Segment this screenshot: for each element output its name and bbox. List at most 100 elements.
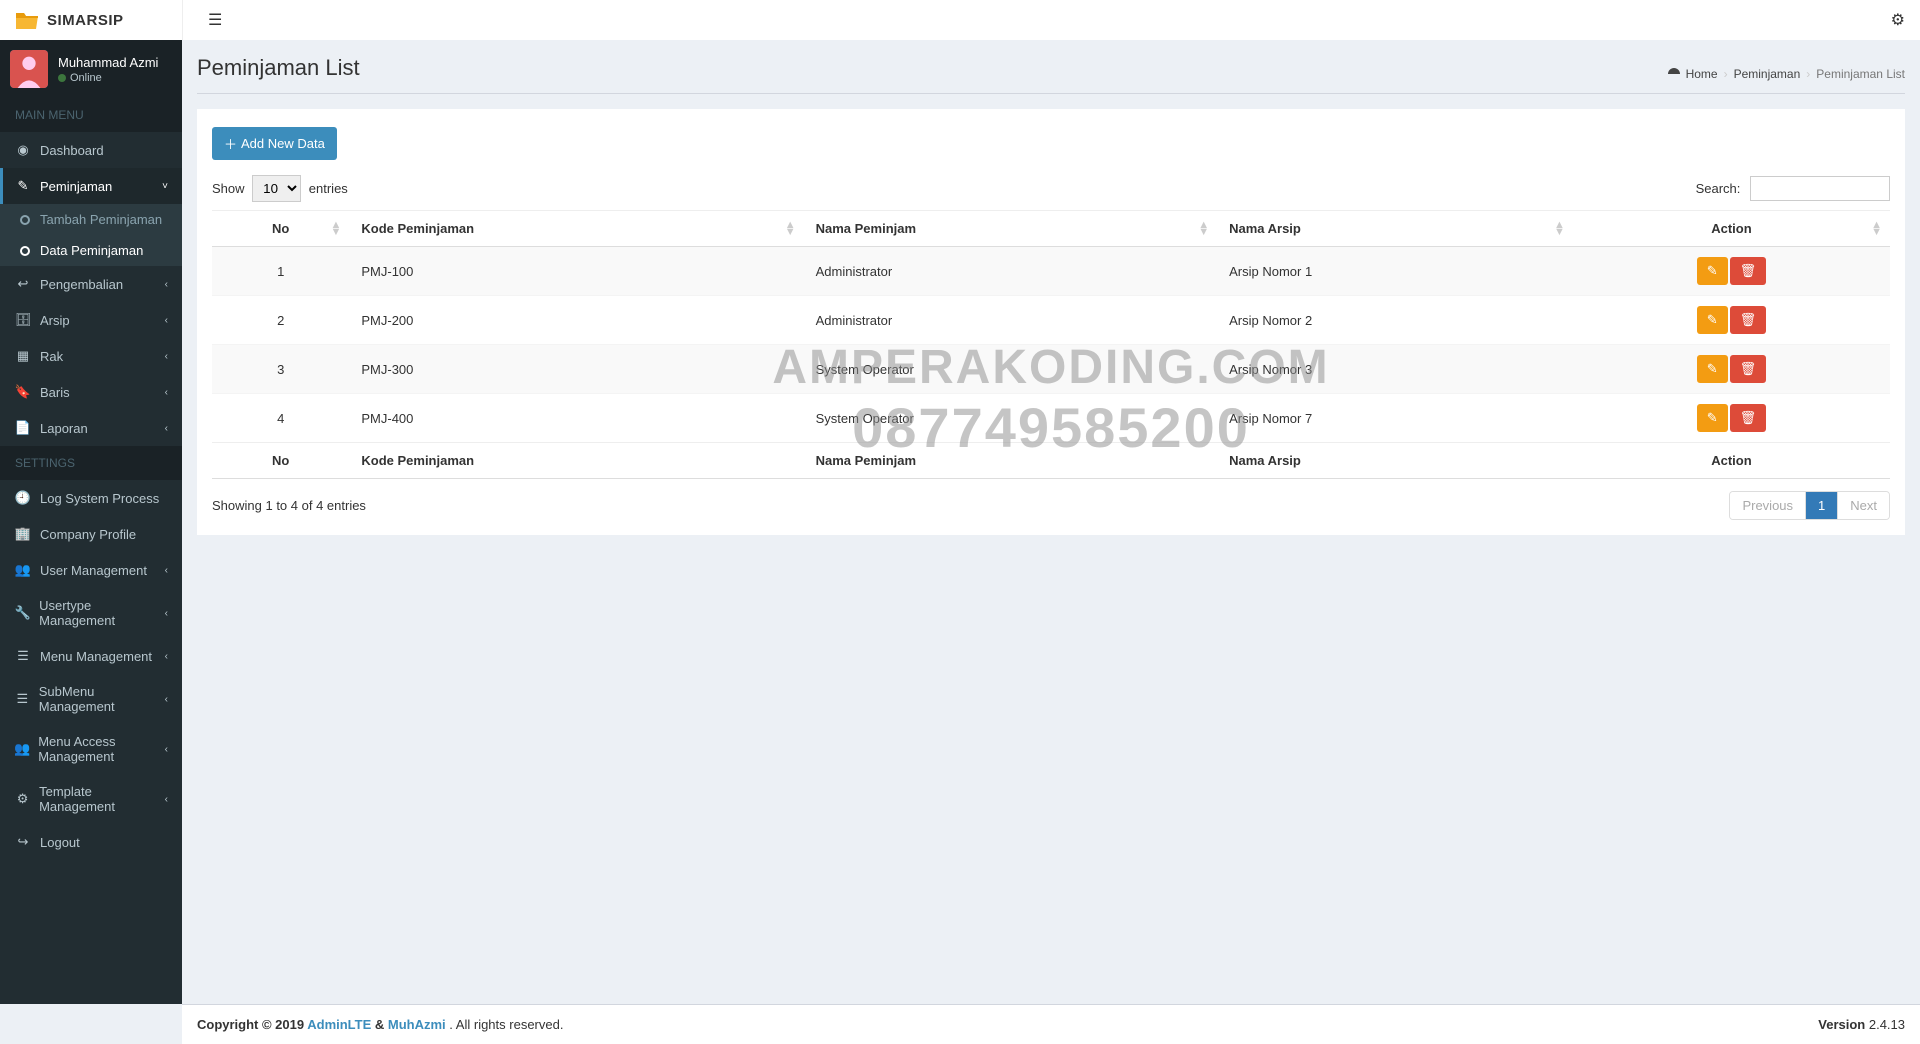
trash-icon: 🗑 [1740,361,1757,377]
sidebar-item-dashboard[interactable]: ◉ Dashboard [0,132,182,168]
sidebar-item-label: Dashboard [40,143,104,158]
menu-icon: 🕘 [14,490,32,506]
chevron-icon: ‹ [165,279,168,290]
sidebar-item-submenu-management[interactable]: ☰ SubMenu Management‹ [0,674,182,724]
sidebar-item-logout[interactable]: ↪Logout [0,824,182,860]
main-header: SIMARSIP ☰ ⚙ [0,0,1920,40]
menu-icon: ◉ [14,142,32,158]
delete-button[interactable]: 🗑 [1730,355,1767,383]
table-row: 3PMJ-300System OperatorArsip Nomor 3✎🗑 [212,345,1890,394]
breadcrumb: Home › Peminjaman › Peminjaman List [1668,67,1905,81]
content-box: ＋ Add New Data Show 10 entries Search: [197,109,1905,535]
trash-icon: 🗑 [1740,410,1757,426]
footer-link-adminlte[interactable]: AdminLTE [307,1017,371,1032]
cell-arsip: Arsip Nomor 2 [1217,296,1573,345]
chevron-icon: ‹ [165,651,168,662]
sidebar-item-label: Template Management [39,784,165,814]
sidebar-toggle-button[interactable]: ☰ [198,5,232,35]
table-row: 2PMJ-200AdministratorArsip Nomor 2✎🗑 [212,296,1890,345]
sidebar-item-label: Company Profile [40,527,136,542]
cell-nama: System Operator [804,394,1217,443]
search-control: Search: [1696,176,1890,201]
sort-icon: ▲▼ [1554,222,1565,236]
sidebar-item-user-management[interactable]: 👥User Management‹ [0,552,182,588]
delete-button[interactable]: 🗑 [1730,257,1767,285]
cell-kode: PMJ-200 [349,296,803,345]
cell-arsip: Arsip Nomor 1 [1217,247,1573,296]
sidebar-item-arsip[interactable]: 🗄Arsip‹ [0,302,182,338]
trash-icon: 🗑 [1740,312,1757,328]
sort-icon: ▲▼ [1871,222,1882,236]
sidebar-subitem-data-peminjaman[interactable]: Data Peminjaman [0,235,182,266]
column-header-action[interactable]: Action▲▼ [1573,211,1890,247]
menu-icon: ☰ [14,691,31,707]
chevron-icon: ‹ [165,694,168,705]
delete-button[interactable]: 🗑 [1730,306,1767,334]
user-status: Online [58,72,158,84]
sidebar-item-label: Menu Management [40,649,152,664]
sidebar-header-settings: SETTINGS [0,446,182,480]
sidebar-item-peminjaman[interactable]: ✎Peminjaman˅ [0,168,182,204]
sidebar-item-label: Pengembalian [40,277,123,292]
sidebar-item-company-profile[interactable]: 🏢Company Profile [0,516,182,552]
sidebar-item-usertype-management[interactable]: 🔧Usertype Management‹ [0,588,182,638]
sidebar-item-laporan[interactable]: 📄Laporan‹ [0,410,182,446]
sidebar-item-pengembalian[interactable]: ↩Pengembalian‹ [0,266,182,302]
sidebar-subitem-label: Tambah Peminjaman [40,212,162,227]
delete-button[interactable]: 🗑 [1730,404,1767,432]
pencil-icon: ✎ [1707,263,1718,279]
chevron-icon: ‹ [165,565,168,576]
sidebar-item-label: SubMenu Management [39,684,165,714]
edit-button[interactable]: ✎ [1697,355,1728,383]
column-header-kode-peminjaman[interactable]: Kode Peminjaman▲▼ [349,211,803,247]
chevron-icon: ‹ [165,608,168,619]
table-info: Showing 1 to 4 of 4 entries [212,498,366,513]
data-table: No▲▼Kode Peminjaman▲▼Nama Peminjam▲▼Nama… [212,210,1890,479]
sidebar-item-menu-management[interactable]: ☰ Menu Management ‹ [0,638,182,674]
breadcrumb-current: Peminjaman List [1816,67,1905,81]
edit-button[interactable]: ✎ [1697,306,1728,334]
brand-logo[interactable]: SIMARSIP [0,0,182,40]
sort-icon: ▲▼ [785,222,796,236]
add-new-data-button[interactable]: ＋ Add New Data [212,127,337,160]
settings-gear-icon[interactable]: ⚙ [1891,10,1905,30]
sidebar-item-label: Laporan [40,421,88,436]
edit-button[interactable]: ✎ [1697,404,1728,432]
sidebar-subitem-tambah-peminjaman[interactable]: Tambah Peminjaman [0,204,182,235]
chevron-icon: ‹ [165,794,168,805]
column-header-nama-arsip[interactable]: Nama Arsip▲▼ [1217,211,1573,247]
pagination-prev[interactable]: Previous [1730,492,1805,519]
sidebar-item-template-management[interactable]: ⚙Template Management‹ [0,774,182,824]
pencil-icon: ✎ [1707,361,1718,377]
breadcrumb-home[interactable]: Home [1686,67,1718,81]
sidebar-item-menu-access-management[interactable]: 👥Menu Access Management‹ [0,724,182,774]
menu-icon: 🗄 [14,312,32,328]
cell-kode: PMJ-100 [349,247,803,296]
pagination-page-1[interactable]: 1 [1805,492,1837,519]
sidebar-item-rak[interactable]: ▦Rak‹ [0,338,182,374]
sidebar-item-label: Log System Process [40,491,159,506]
edit-button[interactable]: ✎ [1697,257,1728,285]
column-header-nama-peminjam: Nama Peminjam [804,443,1217,479]
search-input[interactable] [1750,176,1890,201]
chevron-icon: ‹ [165,315,168,326]
pagination: Previous 1 Next [1729,491,1890,520]
column-header-nama-arsip: Nama Arsip [1217,443,1573,479]
menu-icon: ☰ [14,648,32,664]
sort-icon: ▲▼ [1198,222,1209,236]
cell-no: 4 [212,394,349,443]
length-select[interactable]: 10 [252,175,301,202]
column-header-nama-peminjam[interactable]: Nama Peminjam▲▼ [804,211,1217,247]
footer: Copyright © 2019 AdminLTE & MuhAzmi . Al… [182,1004,1920,1044]
trash-icon: 🗑 [1740,263,1757,279]
pagination-next[interactable]: Next [1837,492,1889,519]
breadcrumb-parent[interactable]: Peminjaman [1734,67,1801,81]
sidebar-item-baris[interactable]: 🔖Baris‹ [0,374,182,410]
menu-icon: ▦ [14,348,32,364]
plus-icon: ＋ [224,134,237,153]
sidebar-item-log-system-process[interactable]: 🕘 Log System Process [0,480,182,516]
column-header-no[interactable]: No▲▼ [212,211,349,247]
footer-link-muhazmi[interactable]: MuhAzmi [388,1017,446,1032]
column-header-action: Action [1573,443,1890,479]
menu-icon: ✎ [14,178,32,194]
